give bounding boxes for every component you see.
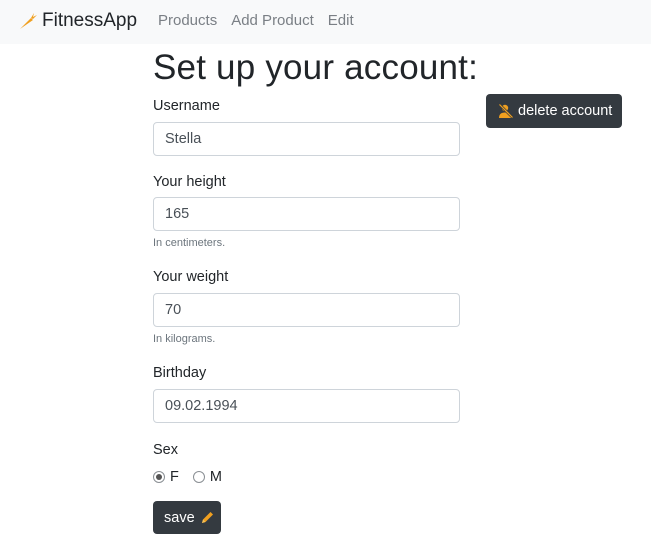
brand-name: FitnessApp bbox=[42, 10, 138, 31]
weight-label: Your weight bbox=[153, 269, 229, 285]
weight-help-text: In kilograms. bbox=[153, 333, 216, 345]
nav-link-add-product[interactable]: Add Product bbox=[231, 12, 314, 30]
brand-link[interactable]: FitnessApp bbox=[18, 9, 137, 33]
save-label: save bbox=[164, 509, 195, 526]
height-help-text: In centimeters. bbox=[153, 237, 226, 249]
radio-label-f: F bbox=[170, 469, 179, 485]
nav-link-edit[interactable]: Edit bbox=[328, 12, 354, 30]
radio-m[interactable] bbox=[192, 471, 205, 483]
save-button[interactable]: save bbox=[153, 501, 221, 534]
pencil-icon bbox=[199, 510, 215, 526]
nav-links: Products Add Product Edit bbox=[158, 12, 354, 30]
username-label: Username bbox=[153, 98, 220, 114]
delete-account-label: delete account bbox=[518, 103, 613, 119]
sex-option-m[interactable]: M bbox=[192, 468, 222, 486]
user-slash-icon bbox=[498, 103, 514, 119]
radio-f[interactable] bbox=[153, 471, 165, 483]
navbar: FitnessApp Products Add Product Edit bbox=[0, 0, 651, 44]
height-label: Your height bbox=[153, 174, 226, 190]
birthday-input[interactable] bbox=[153, 389, 460, 423]
sex-label: Sex bbox=[153, 442, 178, 458]
delete-account-button[interactable]: delete account bbox=[486, 94, 622, 128]
page-title: Set up your account: bbox=[153, 48, 479, 87]
username-input[interactable] bbox=[153, 122, 460, 156]
radio-label-m: M bbox=[209, 469, 222, 485]
weight-input[interactable] bbox=[153, 293, 460, 327]
carrot-icon bbox=[18, 11, 38, 31]
sex-option-f[interactable]: F bbox=[153, 468, 179, 486]
nav-link-products[interactable]: Products bbox=[158, 12, 217, 30]
birthday-label: Birthday bbox=[153, 365, 207, 381]
height-input[interactable] bbox=[153, 197, 460, 231]
sex-radio-group: F M bbox=[153, 468, 222, 486]
